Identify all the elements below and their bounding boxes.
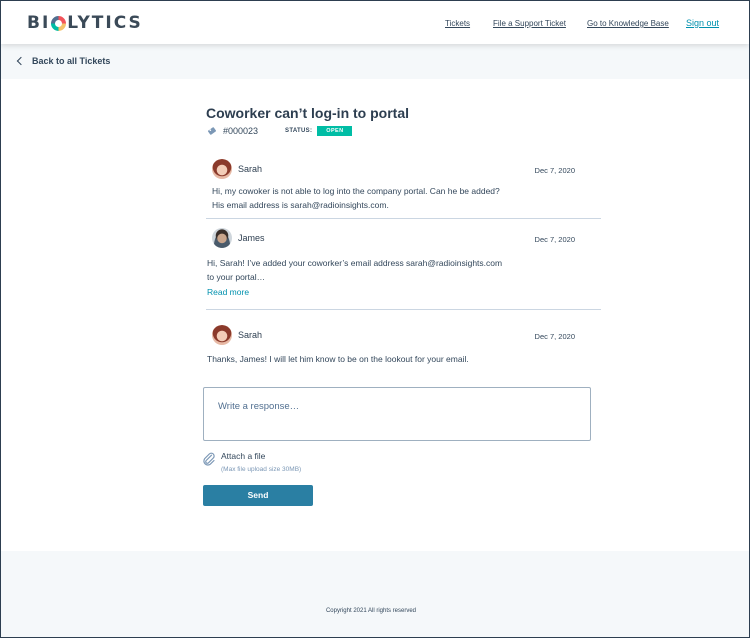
- attach-size-hint: (Max file upload size 30MB): [221, 466, 301, 473]
- ticket-meta: #000023 STATUS: OPEN: [207, 126, 352, 136]
- response-input[interactable]: [203, 387, 591, 441]
- author-name: James: [238, 233, 265, 243]
- message-date: Dec 7, 2020: [535, 235, 575, 244]
- message-line: Hi, my cowoker is not able to log into t…: [212, 184, 500, 198]
- divider: [206, 218, 601, 219]
- message-line: Hi, Sarah! I’ve added your coworker’s em…: [207, 256, 502, 270]
- page-frame: BI LYTICS Tickets File a Support Ticket …: [0, 0, 750, 638]
- message-line: to your portal…: [207, 270, 502, 284]
- logo-text-start: BI: [27, 13, 50, 33]
- nav-file-ticket-link[interactable]: File a Support Ticket: [493, 19, 566, 28]
- ticket-tag-icon: [207, 126, 217, 136]
- status-badge: OPEN: [317, 126, 352, 136]
- logo-g-icon: [51, 16, 66, 31]
- divider: [206, 309, 601, 310]
- biglytics-logo[interactable]: BI LYTICS: [27, 13, 143, 33]
- copyright-text: Copyright 2021 All rights reserved: [1, 608, 741, 614]
- back-link-label: Back to all Tickets: [32, 56, 110, 66]
- top-header: BI LYTICS Tickets File a Support Ticket …: [1, 1, 749, 44]
- status-label: STATUS:: [285, 128, 312, 134]
- message-body: Hi, Sarah! I’ve added your coworker’s em…: [207, 256, 502, 284]
- avatar: [212, 228, 232, 248]
- ticket-number: #000023: [223, 126, 258, 136]
- paperclip-icon: [202, 452, 216, 466]
- message-author: Sarah: [212, 325, 262, 345]
- message-body: Thanks, James! I will let him know to be…: [207, 352, 469, 366]
- nav-knowledge-base-link[interactable]: Go to Knowledge Base: [587, 19, 669, 28]
- message-line: His email address is sarah@radioinsights…: [212, 198, 500, 212]
- message-body: Hi, my cowoker is not able to log into t…: [212, 184, 500, 212]
- message-line: Thanks, James! I will let him know to be…: [207, 352, 469, 366]
- logo-text-end: LYTICS: [67, 13, 142, 33]
- read-more-link[interactable]: Read more: [207, 287, 249, 297]
- author-name: Sarah: [238, 330, 262, 340]
- page-footer: Copyright 2021 All rights reserved: [1, 551, 749, 637]
- ticket-detail: Coworker can’t log-in to portal #000023 …: [1, 79, 749, 551]
- avatar: [212, 159, 232, 179]
- message-author: James: [212, 228, 265, 248]
- sign-out-link[interactable]: Sign out: [686, 18, 719, 28]
- attach-file-label: Attach a file: [221, 451, 265, 461]
- back-to-tickets-link[interactable]: Back to all Tickets: [18, 56, 110, 66]
- chevron-left-icon: [17, 57, 25, 65]
- message-author: Sarah: [212, 159, 262, 179]
- send-button[interactable]: Send: [203, 485, 313, 506]
- avatar: [212, 325, 232, 345]
- message-date: Dec 7, 2020: [535, 332, 575, 341]
- author-name: Sarah: [238, 164, 262, 174]
- back-bar: Back to all Tickets: [1, 44, 749, 79]
- message-date: Dec 7, 2020: [535, 166, 575, 175]
- nav-tickets-link[interactable]: Tickets: [445, 19, 470, 28]
- ticket-title: Coworker can’t log-in to portal: [206, 105, 409, 121]
- attach-file-button[interactable]: Attach a file: [202, 451, 265, 466]
